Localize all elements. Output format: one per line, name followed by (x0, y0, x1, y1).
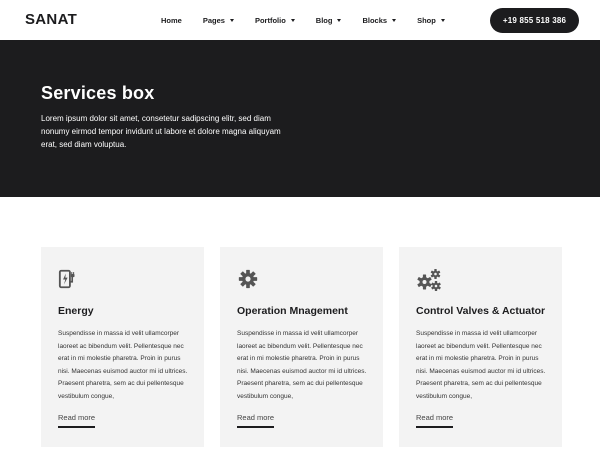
read-more-link[interactable]: Read more (237, 413, 275, 428)
hero-description: Lorem ipsum dolor sit amet, consetetur s… (41, 114, 281, 149)
caret-down-icon (337, 18, 342, 22)
nav-item-home[interactable]: Home (161, 16, 182, 25)
site-header: SANAT Home Pages Portfolio Blog Blocks S… (0, 0, 600, 40)
services-grid: Energy Suspendisse in massa id velit ull… (41, 247, 562, 447)
read-more-link[interactable]: Read more (58, 413, 96, 428)
service-card-title: Energy (58, 305, 94, 317)
caret-down-icon (392, 18, 397, 22)
read-more-link[interactable]: Read more (416, 413, 454, 428)
service-card-title: Operation Mnagement (237, 305, 348, 317)
service-card-control-valves: Control Valves & Actuator Suspendisse in… (399, 247, 562, 447)
nav-item-blocks[interactable]: Blocks (362, 15, 397, 25)
nav-item-blog[interactable]: Blog (316, 16, 342, 25)
nav-item-pages[interactable]: Pages (203, 16, 234, 25)
nav-item-label: Shop (417, 15, 436, 25)
service-card-text: Suspendisse in massa id velit ullamcorpe… (58, 330, 188, 400)
phone-button[interactable]: +19 855 518 386 (490, 8, 579, 33)
gears-icon (417, 269, 441, 291)
caret-down-icon (290, 18, 295, 22)
nav-item-label: Home (161, 15, 182, 25)
service-card-operation-management: Operation Mnagement Suspendisse in massa… (220, 247, 383, 447)
nav-item-label: Pages (202, 15, 225, 25)
hero-section: Services box Lorem ipsum dolor sit amet,… (0, 40, 600, 197)
service-card-text: Suspendisse in massa id velit ullamcorpe… (416, 330, 546, 400)
ev-charger-icon (58, 269, 75, 289)
site-logo[interactable]: SANAT (25, 11, 77, 28)
nav-item-label: Blog (315, 15, 333, 25)
gear-icon (238, 269, 258, 289)
service-card-energy: Energy Suspendisse in massa id velit ull… (41, 247, 204, 447)
nav-item-portfolio[interactable]: Portfolio (255, 16, 295, 25)
service-card-title: Control Valves & Actuator (416, 305, 546, 317)
caret-down-icon (440, 18, 445, 22)
nav-item-label: Blocks (362, 15, 388, 25)
caret-down-icon (229, 18, 234, 22)
page-title: Services box (41, 83, 155, 103)
main-nav: Home Pages Portfolio Blog Blocks Shop (161, 0, 445, 40)
nav-item-label: Portfolio (254, 15, 286, 25)
service-card-text: Suspendisse in massa id velit ullamcorpe… (237, 330, 367, 400)
nav-item-shop[interactable]: Shop (417, 16, 445, 25)
